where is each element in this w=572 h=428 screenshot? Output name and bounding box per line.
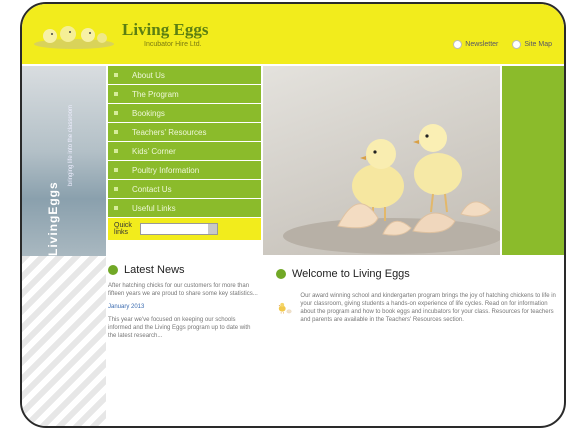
- nav-item-teachers-resources[interactable]: Teachers' Resources: [108, 123, 261, 141]
- site-header: Living Eggs Incubator Hire Ltd. Newslett…: [22, 4, 564, 64]
- nav-item-useful-links[interactable]: Useful Links: [108, 199, 261, 217]
- bullet-icon: [114, 111, 118, 115]
- page-frame: Living Eggs Incubator Hire Ltd. Newslett…: [20, 2, 566, 428]
- newsletter-link[interactable]: Newsletter: [453, 40, 498, 49]
- side-banner: LivingEggs bringing life into the classr…: [22, 66, 106, 256]
- bullet-icon: [453, 40, 463, 49]
- nav-item-about-us[interactable]: About Us: [108, 66, 261, 84]
- chicks-photo: [283, 124, 500, 254]
- bullet-icon: [114, 130, 118, 134]
- nav-item-poultry-information[interactable]: Poultry Information: [108, 161, 261, 179]
- nav-item-the-program[interactable]: The Program: [108, 85, 261, 103]
- nav-item-kids-corner[interactable]: Kids' Corner: [108, 142, 261, 160]
- welcome-content: Our award winning school and kindergarte…: [276, 286, 562, 330]
- site-subtitle: Incubator Hire Ltd.: [144, 41, 202, 48]
- news-body-2: This year we've focused on keeping our s…: [108, 317, 251, 339]
- nav-item-contact-us[interactable]: Contact Us: [108, 180, 261, 198]
- bullet-icon: [114, 187, 118, 191]
- quick-links: Quick links: [108, 218, 261, 240]
- news-body: After hatching chicks for our customers …: [108, 283, 258, 297]
- bullet-icon: [114, 206, 118, 210]
- welcome-section: Welcome to Living Eggs Our award winning…: [276, 268, 562, 330]
- welcome-body: Our award winning school and kindergarte…: [300, 293, 556, 323]
- brand[interactable]: Living Eggs Incubator Hire Ltd.: [122, 20, 208, 48]
- quick-links-label: Quick links: [114, 222, 132, 236]
- latest-news-heading: Latest News: [108, 264, 258, 276]
- side-vertical-subtitle: bringing life into the classroom: [68, 104, 74, 186]
- bullet-icon: [512, 40, 522, 49]
- side-stripes: [22, 256, 106, 426]
- bullet-icon: [114, 168, 118, 172]
- hero-image: [263, 66, 500, 255]
- latest-news: Latest News After hatching chicks for ou…: [108, 264, 258, 340]
- chicks-logo-icon[interactable]: [32, 22, 116, 50]
- section-bullet-icon: [276, 269, 286, 279]
- welcome-heading: Welcome to Living Eggs: [276, 268, 562, 280]
- nav-item-bookings[interactable]: Bookings: [108, 104, 261, 122]
- site-title: Living Eggs: [122, 20, 209, 39]
- site-map-link[interactable]: Site Map: [512, 40, 552, 49]
- chick-illustration: [278, 302, 292, 314]
- top-links: Newsletter Site Map: [453, 40, 552, 49]
- accent-block: [502, 66, 564, 255]
- side-vertical-title: LivingEggs: [46, 181, 60, 256]
- bullet-icon: [114, 92, 118, 96]
- bullet-icon: [114, 73, 118, 77]
- quick-links-select[interactable]: [140, 223, 218, 235]
- bullet-icon: [114, 149, 118, 153]
- main-nav: About Us The Program Bookings Teachers' …: [108, 66, 261, 240]
- news-date-link[interactable]: January 2013: [108, 304, 258, 310]
- section-bullet-icon: [108, 265, 118, 275]
